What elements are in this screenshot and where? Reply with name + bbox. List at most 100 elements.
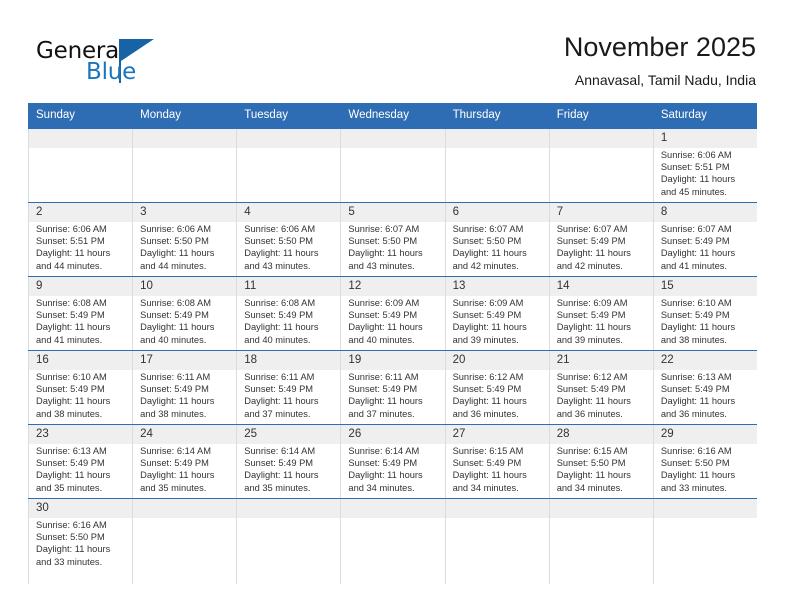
day-number: 28 <box>556 428 570 440</box>
daylight-text-line2: and 38 minutes. <box>140 408 207 419</box>
daylight-text-line1: Daylight: 11 hours <box>244 470 319 481</box>
day-cell[interactable]: 7 Sunrise: 6:07 AM Sunset: 5:49 PM Dayli… <box>548 203 653 276</box>
day-cell[interactable]: 6 Sunrise: 6:07 AM Sunset: 5:50 PM Dayli… <box>444 203 549 276</box>
sunset-text: Sunset: 5:49 PM <box>140 310 209 321</box>
sunset-text: Sunset: 5:50 PM <box>140 236 209 247</box>
day-details: Sunrise: 6:07 AM Sunset: 5:49 PM Dayligh… <box>661 223 753 272</box>
day-cell[interactable] <box>444 129 549 202</box>
day-cell[interactable]: 20 Sunrise: 6:12 AM Sunset: 5:49 PM Dayl… <box>444 351 549 424</box>
weekday-header-row: Sunday Monday Tuesday Wednesday Thursday… <box>28 103 757 128</box>
day-number: 3 <box>140 206 147 218</box>
daylight-text-line2: and 34 minutes. <box>556 482 623 493</box>
day-cell[interactable] <box>340 499 444 584</box>
day-number: 6 <box>452 206 459 218</box>
day-cell[interactable] <box>548 499 653 584</box>
day-cell[interactable] <box>236 129 340 202</box>
day-number: 9 <box>36 280 43 292</box>
day-number: 7 <box>556 206 564 218</box>
day-details: Sunrise: 6:08 AM Sunset: 5:49 PM Dayligh… <box>244 297 336 346</box>
day-cell[interactable]: 18 Sunrise: 6:11 AM Sunset: 5:49 PM Dayl… <box>236 351 340 424</box>
weekday-header-sunday: Sunday <box>36 109 76 121</box>
sunrise-text: Sunrise: 6:14 AM <box>244 446 316 456</box>
day-cell[interactable]: 29 Sunrise: 6:16 AM Sunset: 5:50 PM Dayl… <box>652 425 757 498</box>
day-cell[interactable]: 24 Sunrise: 6:14 AM Sunset: 5:49 PM Dayl… <box>132 425 236 498</box>
day-number <box>557 129 649 148</box>
sunrise-text: Sunrise: 6:08 AM <box>36 298 107 308</box>
daylight-text-line1: Daylight: 11 hours <box>660 248 736 259</box>
daylight-text-line2: and 37 minutes. <box>348 408 415 419</box>
day-number <box>348 129 440 148</box>
day-cell[interactable]: 27 Sunrise: 6:15 AM Sunset: 5:49 PM Dayl… <box>444 425 549 498</box>
day-details: Sunrise: 6:06 AM Sunset: 5:50 PM Dayligh… <box>140 223 232 272</box>
week-row: 23 Sunrise: 6:13 AM Sunset: 5:49 PM Dayl… <box>28 424 757 498</box>
daylight-text-line2: and 38 minutes. <box>660 334 727 345</box>
day-details: Sunrise: 6:08 AM Sunset: 5:49 PM Dayligh… <box>36 297 128 346</box>
day-cell[interactable]: 4 Sunrise: 6:06 AM Sunset: 5:50 PM Dayli… <box>236 203 340 276</box>
day-cell[interactable]: 28 Sunrise: 6:15 AM Sunset: 5:50 PM Dayl… <box>548 425 653 498</box>
day-cell[interactable]: 30 Sunrise: 6:16 AM Sunset: 5:50 PM Dayl… <box>28 499 132 584</box>
sunset-text: Sunset: 5:49 PM <box>452 458 522 469</box>
sunset-text: Sunset: 5:49 PM <box>36 384 105 395</box>
day-cell[interactable] <box>652 499 757 584</box>
day-cell[interactable] <box>236 499 340 584</box>
day-cell[interactable]: 15 Sunrise: 6:10 AM Sunset: 5:49 PM Dayl… <box>652 277 757 350</box>
daylight-text-line2: and 33 minutes. <box>660 482 727 493</box>
day-cell[interactable] <box>548 129 653 202</box>
daylight-text-line2: and 40 minutes. <box>244 334 311 345</box>
sunrise-text: Sunrise: 6:07 AM <box>660 224 732 234</box>
daylight-text-line1: Daylight: 11 hours <box>36 322 111 333</box>
day-cell[interactable]: 10 Sunrise: 6:08 AM Sunset: 5:49 PM Dayl… <box>132 277 236 350</box>
day-number <box>557 499 649 518</box>
day-cell[interactable]: 3 Sunrise: 6:06 AM Sunset: 5:50 PM Dayli… <box>132 203 236 276</box>
day-cell[interactable]: 21 Sunrise: 6:12 AM Sunset: 5:49 PM Dayl… <box>548 351 653 424</box>
day-cell[interactable]: 25 Sunrise: 6:14 AM Sunset: 5:49 PM Dayl… <box>236 425 340 498</box>
sunset-text: Sunset: 5:50 PM <box>348 236 418 247</box>
daylight-text-line2: and 44 minutes. <box>36 260 103 271</box>
day-cell[interactable]: 23 Sunrise: 6:13 AM Sunset: 5:49 PM Dayl… <box>28 425 132 498</box>
day-cell[interactable] <box>28 129 132 202</box>
sunset-text: Sunset: 5:51 PM <box>36 236 105 247</box>
day-cell[interactable]: 11 Sunrise: 6:08 AM Sunset: 5:49 PM Dayl… <box>236 277 340 350</box>
daylight-text-line2: and 40 minutes. <box>140 334 207 345</box>
day-cell[interactable]: 13 Sunrise: 6:09 AM Sunset: 5:49 PM Dayl… <box>444 277 549 350</box>
sunset-text: Sunset: 5:51 PM <box>660 162 730 173</box>
day-details: Sunrise: 6:14 AM Sunset: 5:49 PM Dayligh… <box>348 445 440 494</box>
day-cell[interactable]: 14 Sunrise: 6:09 AM Sunset: 5:49 PM Dayl… <box>548 277 653 350</box>
general-blue-logo[interactable]: General Blue <box>36 38 176 90</box>
sunrise-text: Sunrise: 6:10 AM <box>660 298 732 308</box>
sunset-text: Sunset: 5:49 PM <box>452 310 522 321</box>
daylight-text-line1: Daylight: 11 hours <box>556 396 631 407</box>
daylight-text-line1: Daylight: 11 hours <box>660 470 736 481</box>
day-details: Sunrise: 6:06 AM Sunset: 5:51 PM Dayligh… <box>661 149 753 198</box>
day-cell[interactable] <box>132 499 236 584</box>
day-cell[interactable]: 1 Sunrise: 6:06 AM Sunset: 5:51 PM Dayli… <box>652 129 757 202</box>
day-cell[interactable]: 22 Sunrise: 6:13 AM Sunset: 5:49 PM Dayl… <box>652 351 757 424</box>
day-cell[interactable] <box>444 499 549 584</box>
day-cell[interactable]: 2 Sunrise: 6:06 AM Sunset: 5:51 PM Dayli… <box>28 203 132 276</box>
sunset-text: Sunset: 5:49 PM <box>244 310 314 321</box>
day-cell[interactable]: 26 Sunrise: 6:14 AM Sunset: 5:49 PM Dayl… <box>340 425 444 498</box>
day-cell[interactable]: 16 Sunrise: 6:10 AM Sunset: 5:49 PM Dayl… <box>28 351 132 424</box>
sunrise-text: Sunrise: 6:08 AM <box>140 298 211 308</box>
day-number: 18 <box>244 354 258 366</box>
day-details: Sunrise: 6:12 AM Sunset: 5:49 PM Dayligh… <box>557 371 649 420</box>
page-title: November 2025 <box>563 32 756 62</box>
day-cell[interactable]: 17 Sunrise: 6:11 AM Sunset: 5:49 PM Dayl… <box>132 351 236 424</box>
day-cell[interactable] <box>132 129 236 202</box>
day-details: Sunrise: 6:14 AM Sunset: 5:49 PM Dayligh… <box>244 445 336 494</box>
daylight-text-line2: and 44 minutes. <box>140 260 207 271</box>
day-details: Sunrise: 6:06 AM Sunset: 5:51 PM Dayligh… <box>36 223 128 272</box>
day-cell[interactable]: 8 Sunrise: 6:07 AM Sunset: 5:49 PM Dayli… <box>652 203 757 276</box>
daylight-text-line2: and 40 minutes. <box>348 334 415 345</box>
daylight-text-line1: Daylight: 11 hours <box>140 396 215 407</box>
sunrise-text: Sunrise: 6:16 AM <box>660 446 732 456</box>
day-cell[interactable]: 19 Sunrise: 6:11 AM Sunset: 5:49 PM Dayl… <box>340 351 444 424</box>
day-cell[interactable]: 9 Sunrise: 6:08 AM Sunset: 5:49 PM Dayli… <box>28 277 132 350</box>
daylight-text-line2: and 36 minutes. <box>452 408 519 419</box>
day-cell[interactable]: 12 Sunrise: 6:09 AM Sunset: 5:49 PM Dayl… <box>340 277 444 350</box>
day-cell[interactable]: 5 Sunrise: 6:07 AM Sunset: 5:50 PM Dayli… <box>340 203 444 276</box>
day-cell[interactable] <box>340 129 444 202</box>
weekday-header-saturday: Saturday <box>660 109 707 121</box>
day-details: Sunrise: 6:11 AM Sunset: 5:49 PM Dayligh… <box>244 371 336 420</box>
daylight-text-line2: and 36 minutes. <box>660 408 727 419</box>
